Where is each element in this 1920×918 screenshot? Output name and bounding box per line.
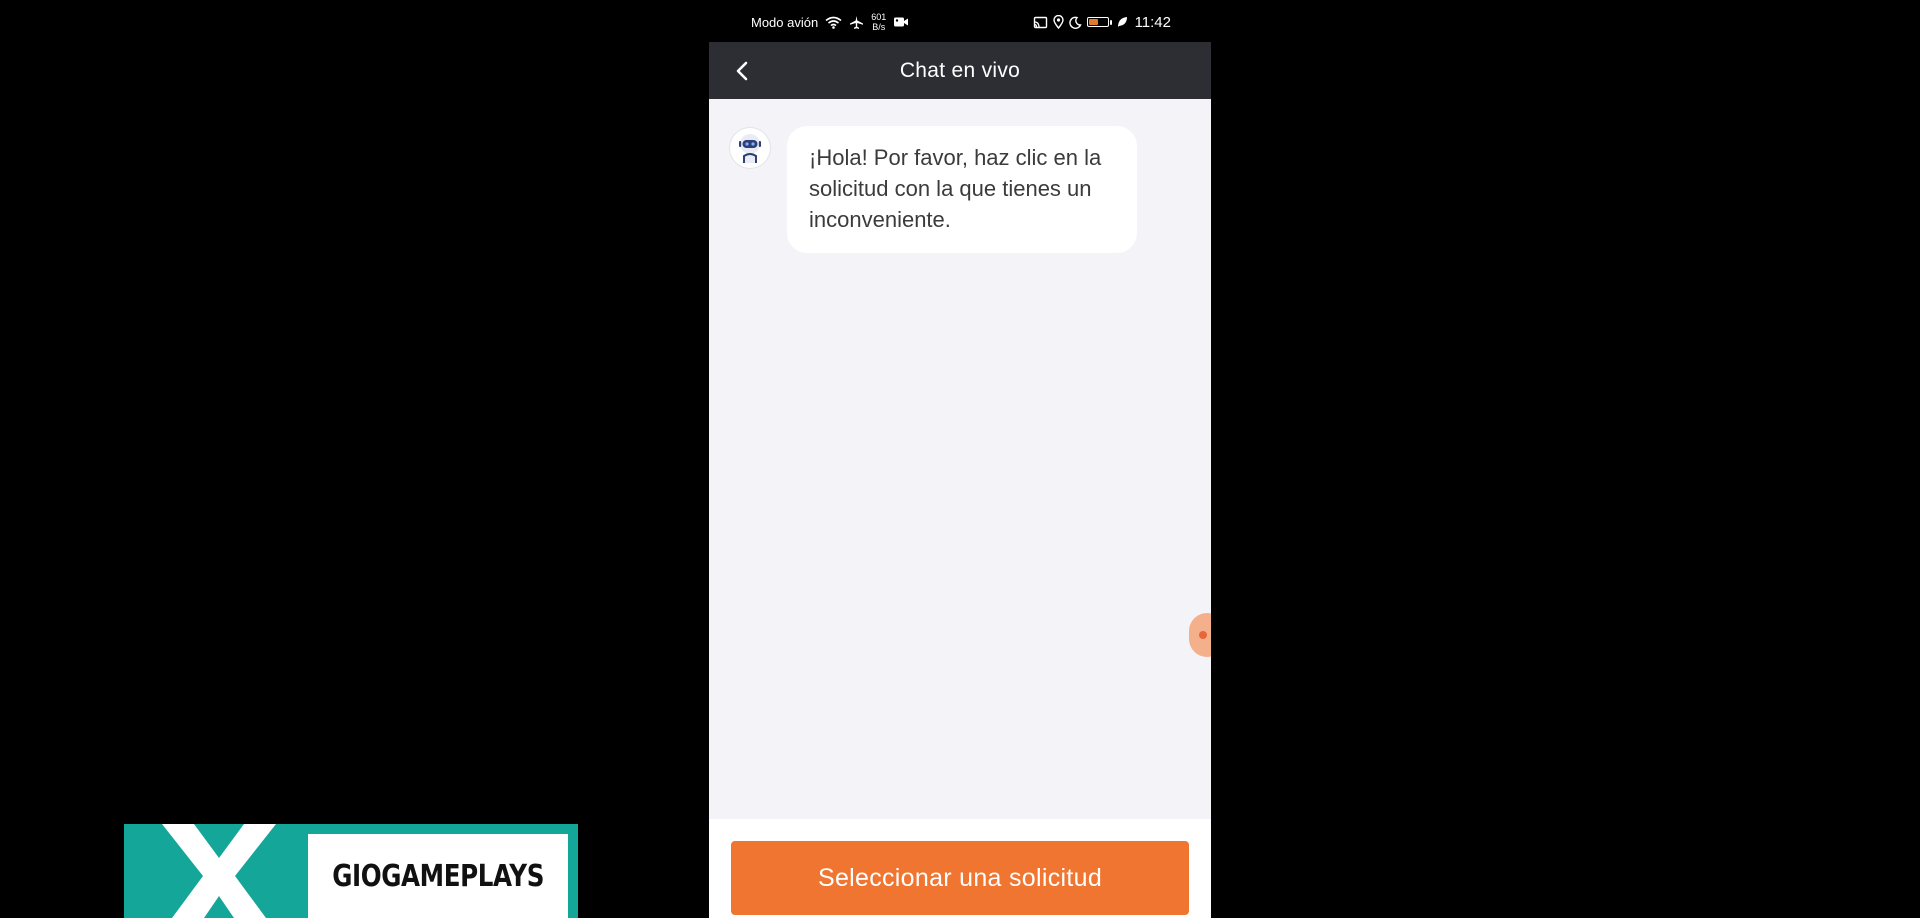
moon-icon <box>1068 16 1082 29</box>
select-request-button[interactable]: Seleccionar una solicitud <box>731 841 1189 915</box>
airplane-mode-text: Modo avión <box>751 14 819 30</box>
leaf-icon <box>1117 16 1128 28</box>
network-speed: 601 B/s <box>871 12 886 32</box>
channel-watermark: Giogameplays <box>124 824 578 918</box>
bot-avatar <box>730 128 770 168</box>
chat-area[interactable]: ¡Hola! Por favor, haz clic en la solicit… <box>709 99 1211 819</box>
status-bar: Modo avión 601 B/s 11:42 <box>709 0 1211 42</box>
video-camera-icon <box>893 16 909 28</box>
network-speed-value: 601 <box>871 12 887 22</box>
status-right: 11:42 <box>1033 13 1171 31</box>
x-logo-icon <box>162 824 276 918</box>
chat-footer: Seleccionar una solicitud <box>709 819 1211 918</box>
cast-icon <box>1033 16 1048 29</box>
channel-name-box: Giogameplays <box>308 834 568 918</box>
wifi-icon <box>825 16 842 29</box>
network-speed-unit: B/s <box>872 22 886 32</box>
channel-name: Giogameplays <box>332 858 544 894</box>
chat-header: Chat en vivo <box>709 42 1211 99</box>
battery-fill <box>1088 19 1098 25</box>
phone-screen: Modo avión 601 B/s 11:42 Chat en vivo ¡H… <box>709 0 1211 918</box>
screen: Modo avión 601 B/s 11:42 Chat en vivo ¡H… <box>0 0 1920 918</box>
bot-message-bubble: ¡Hola! Por favor, haz clic en la solicit… <box>787 126 1137 253</box>
status-left: Modo avión 601 B/s <box>751 12 909 32</box>
location-icon <box>1052 15 1064 29</box>
floating-assistant-button[interactable] <box>1189 613 1211 657</box>
page-title: Chat en vivo <box>899 59 1021 82</box>
robot-icon <box>739 134 761 163</box>
airplane-icon <box>849 15 864 30</box>
status-time: 11:42 <box>1134 13 1171 31</box>
battery-icon <box>1086 17 1112 27</box>
